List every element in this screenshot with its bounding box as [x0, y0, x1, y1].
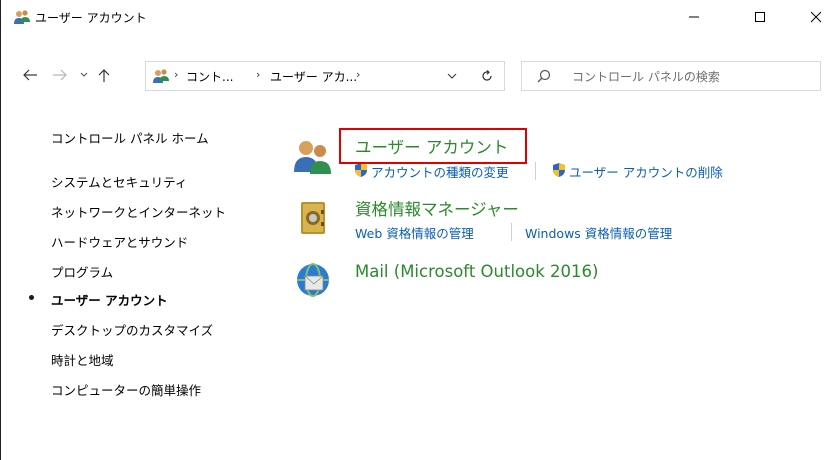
title-bar: ユーザー アカウント [1, 0, 835, 34]
uac-shield-icon [553, 163, 565, 177]
minimize-button[interactable] [671, 0, 717, 34]
left-arrow-icon [23, 69, 37, 81]
search-icon [537, 69, 551, 83]
address-bar[interactable]: › コント... › ユーザー アカ... › [145, 61, 505, 91]
users-icon[interactable] [291, 136, 333, 178]
up-arrow-icon [98, 69, 110, 82]
recent-locations-button[interactable] [73, 64, 95, 86]
back-button[interactable] [19, 64, 41, 86]
category-title-mail[interactable]: Mail (Microsoft Outlook 2016) [355, 262, 598, 281]
window-title: ユーザー アカウント [35, 11, 147, 25]
category-mail: Mail (Microsoft Outlook 2016) [291, 258, 811, 302]
breadcrumb-separator[interactable]: › [256, 68, 260, 81]
forward-button[interactable] [49, 64, 71, 86]
navigation-bar: › コント... › ユーザー アカ... › コントロール パネルの検索 [1, 58, 835, 94]
refresh-icon [482, 70, 492, 81]
nav-link-system-security[interactable]: システムとセキュリティ [51, 172, 187, 191]
nav-link-ease-of-access[interactable]: コンピューターの簡単操作 [51, 380, 201, 399]
nav-link-clock-region[interactable]: 時計と地域 [51, 350, 114, 369]
current-page-bullet [29, 295, 34, 300]
breadcrumb-separator[interactable]: › [174, 68, 178, 81]
up-button[interactable] [93, 64, 115, 86]
breadcrumb-separator[interactable]: › [356, 68, 360, 81]
link-manage-web-credentials[interactable]: Web 資格情報の管理 [355, 223, 474, 242]
link-divider [535, 162, 536, 180]
left-navigation-pane: コントロール パネル ホーム システムとセキュリティ ネットワークとインターネッ… [1, 120, 271, 440]
refresh-button[interactable] [476, 66, 498, 86]
users-icon [153, 69, 169, 83]
search-placeholder[interactable]: コントロール パネルの検索 [572, 68, 720, 85]
nav-link-network-internet[interactable]: ネットワークとインターネット [51, 202, 226, 221]
link-change-account-type[interactable]: アカウントの種類の変更 [371, 162, 509, 181]
control-panel-window: ユーザー アカウント › コント... › ユーザー アカ... › コントロー… [0, 0, 835, 460]
category-title-credential-manager[interactable]: 資格情報マネージャー [355, 196, 519, 220]
uac-shield-icon [355, 163, 367, 177]
maximize-icon [755, 12, 765, 22]
highlight-box [339, 128, 527, 164]
minimize-icon [689, 16, 699, 18]
close-button[interactable] [793, 0, 835, 34]
link-manage-windows-credentials[interactable]: Windows 資格情報の管理 [525, 223, 672, 242]
chevron-down-icon [80, 72, 88, 77]
breadcrumb-control-panel[interactable]: コント... [186, 68, 233, 85]
search-box[interactable]: コントロール パネルの検索 [521, 61, 821, 91]
maximize-button[interactable] [737, 0, 783, 34]
link-remove-user-accounts[interactable]: ユーザー アカウントの削除 [569, 162, 723, 181]
category-credential-manager: 資格情報マネージャー Web 資格情報の管理 Windows 資格情報の管理 [291, 196, 811, 246]
nav-link-programs[interactable]: プログラム [51, 262, 113, 281]
nav-link-appearance[interactable]: デスクトップのカスタマイズ [51, 320, 213, 339]
link-divider [511, 223, 512, 241]
credential-vault-icon[interactable] [291, 196, 333, 238]
chevron-down-icon[interactable] [444, 68, 460, 84]
breadcrumb-user-accounts[interactable]: ユーザー アカ... [270, 68, 357, 85]
mail-icon[interactable] [291, 258, 333, 300]
right-arrow-icon [53, 69, 67, 81]
close-icon [810, 11, 822, 23]
nav-link-user-accounts[interactable]: ユーザー アカウント [51, 290, 168, 309]
nav-link-control-panel-home[interactable]: コントロール パネル ホーム [51, 128, 209, 147]
users-icon [14, 10, 30, 24]
nav-link-hardware-sound[interactable]: ハードウェアとサウンド [51, 232, 188, 251]
